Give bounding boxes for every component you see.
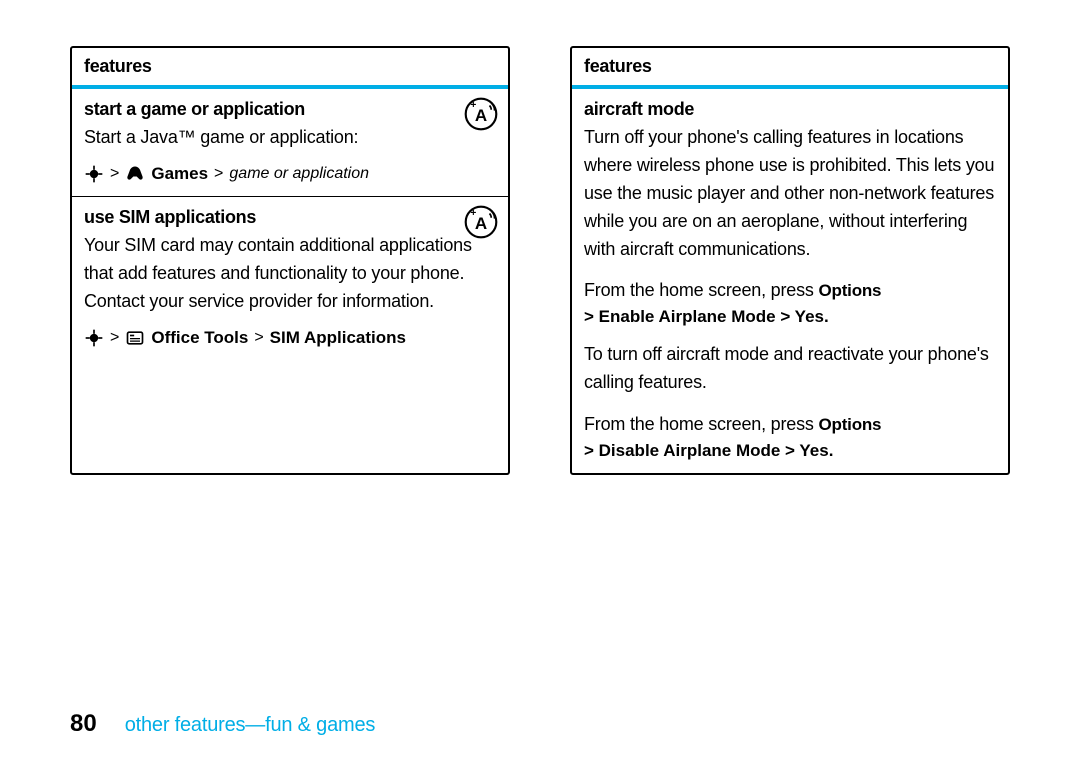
separator: > [214, 165, 223, 183]
section-sim-apps: A + use SIM applications Your SIM card m… [72, 197, 508, 360]
text-fragment: From the home screen, press [584, 280, 819, 300]
svg-text:A: A [475, 106, 487, 125]
options-label: Options [819, 415, 882, 434]
aircraft-disable-desc: To turn off aircraft mode and reactivate… [584, 341, 996, 397]
svg-text:+: + [470, 100, 476, 111]
nav-label-office: Office Tools [151, 328, 248, 348]
enable-path: > Enable Airplane Mode > Yes. [584, 307, 996, 327]
office-icon [125, 328, 145, 348]
disable-path: > Disable Airplane Mode > Yes. [584, 441, 996, 461]
aircraft-disable-intro: From the home screen, press Options [584, 411, 996, 439]
manual-page: features A + start a game or application… [0, 0, 1080, 766]
nav-path-office: > Office Tools > SIM Applications [84, 328, 496, 348]
section-start-game: A + start a game or application Start a … [72, 89, 508, 197]
section-title: use SIM applications [84, 207, 496, 228]
separator: > [110, 165, 119, 183]
svg-text:A: A [475, 214, 487, 233]
section-body: Your SIM card may contain additional app… [84, 232, 496, 316]
section-title: start a game or application [84, 99, 496, 120]
section-title: aircraft mode [584, 99, 996, 120]
left-box-header: features [72, 48, 508, 89]
nav-key-icon [84, 328, 104, 348]
footer-title: other features—fun & games [125, 714, 376, 737]
right-features-box: features aircraft mode Turn off your pho… [570, 46, 1010, 475]
svg-text:+: + [470, 208, 476, 219]
aircraft-enable-intro: From the home screen, press Options [584, 277, 996, 305]
network-a-icon: A + [464, 205, 498, 239]
options-label: Options [819, 281, 882, 300]
nav-label-sim: SIM Applications [270, 328, 406, 348]
nav-key-icon [84, 164, 104, 184]
nav-label-games: Games [151, 164, 208, 184]
text-fragment: From the home screen, press [584, 414, 819, 434]
network-a-icon: A + [464, 97, 498, 131]
aircraft-desc: Turn off your phone's calling features i… [584, 124, 996, 263]
section-body: Start a Java™ game or application: [84, 124, 496, 152]
separator: > [254, 329, 263, 347]
columns: features A + start a game or application… [70, 46, 1020, 475]
left-features-box: features A + start a game or application… [70, 46, 510, 475]
section-aircraft-mode: aircraft mode Turn off your phone's call… [572, 89, 1008, 473]
separator: > [110, 329, 119, 347]
games-icon [125, 164, 145, 184]
page-number: 80 [70, 710, 97, 738]
nav-label-game-or-app: game or application [229, 165, 369, 183]
page-footer: 80 other features—fun & games [70, 710, 375, 738]
right-box-header: features [572, 48, 1008, 89]
nav-path-games: > Games > game or application [84, 164, 496, 184]
